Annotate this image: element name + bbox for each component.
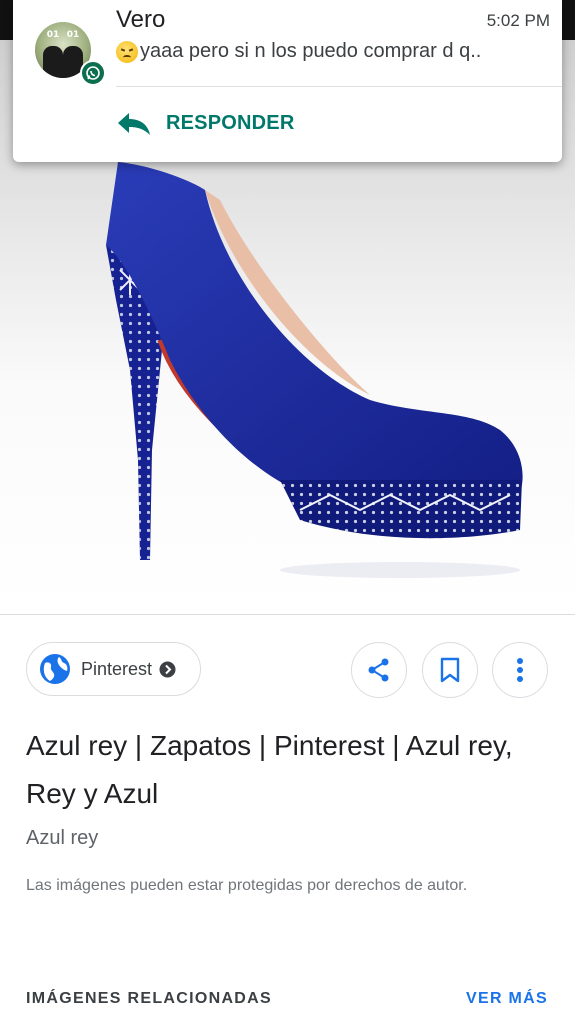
save-button[interactable] [422, 642, 478, 698]
share-button[interactable] [351, 642, 407, 698]
sender-name: Vero [116, 6, 166, 33]
reply-button[interactable]: RESPONDER [116, 110, 295, 136]
related-images-heading: IMÁGENES RELACIONADAS [26, 990, 272, 1007]
avatar-shirt-number: 01 [66, 30, 80, 40]
reply-label: RESPONDER [166, 111, 295, 134]
notification-time: 5:02 PM [486, 11, 550, 30]
bookmark-icon [440, 657, 460, 683]
source-name: Pinterest [81, 658, 153, 679]
share-icon [368, 658, 389, 682]
copyright-notice: Las imágenes pueden estar protegidas por… [26, 877, 468, 894]
result-title[interactable]: Azul rey | Zapatos | Pinterest | Azul re… [26, 722, 546, 818]
whatsapp-icon [80, 60, 106, 86]
source-link[interactable]: Pinterest [26, 642, 201, 696]
more-options-button[interactable] [492, 642, 548, 698]
see-more-link[interactable]: VER MÁS [466, 990, 548, 1008]
notification-message: yaaa pero si n los puedo comprar d q.. [116, 40, 551, 63]
avatar-shirt-number: 01 [46, 30, 60, 40]
more-vert-icon [517, 658, 523, 682]
divider [116, 86, 562, 87]
persevering-face-icon [116, 40, 138, 63]
whatsapp-notification[interactable]: 01 01 Vero 5:02 PM yaaa pero si n los pu… [13, 0, 562, 162]
globe-icon [40, 654, 70, 684]
result-subtitle: Azul rey [26, 827, 99, 849]
divider [0, 614, 575, 615]
open-arrow-icon [159, 661, 176, 677]
reply-icon [118, 113, 150, 135]
message-text: yaaa pero si n los puedo comprar d q.. [140, 40, 482, 62]
